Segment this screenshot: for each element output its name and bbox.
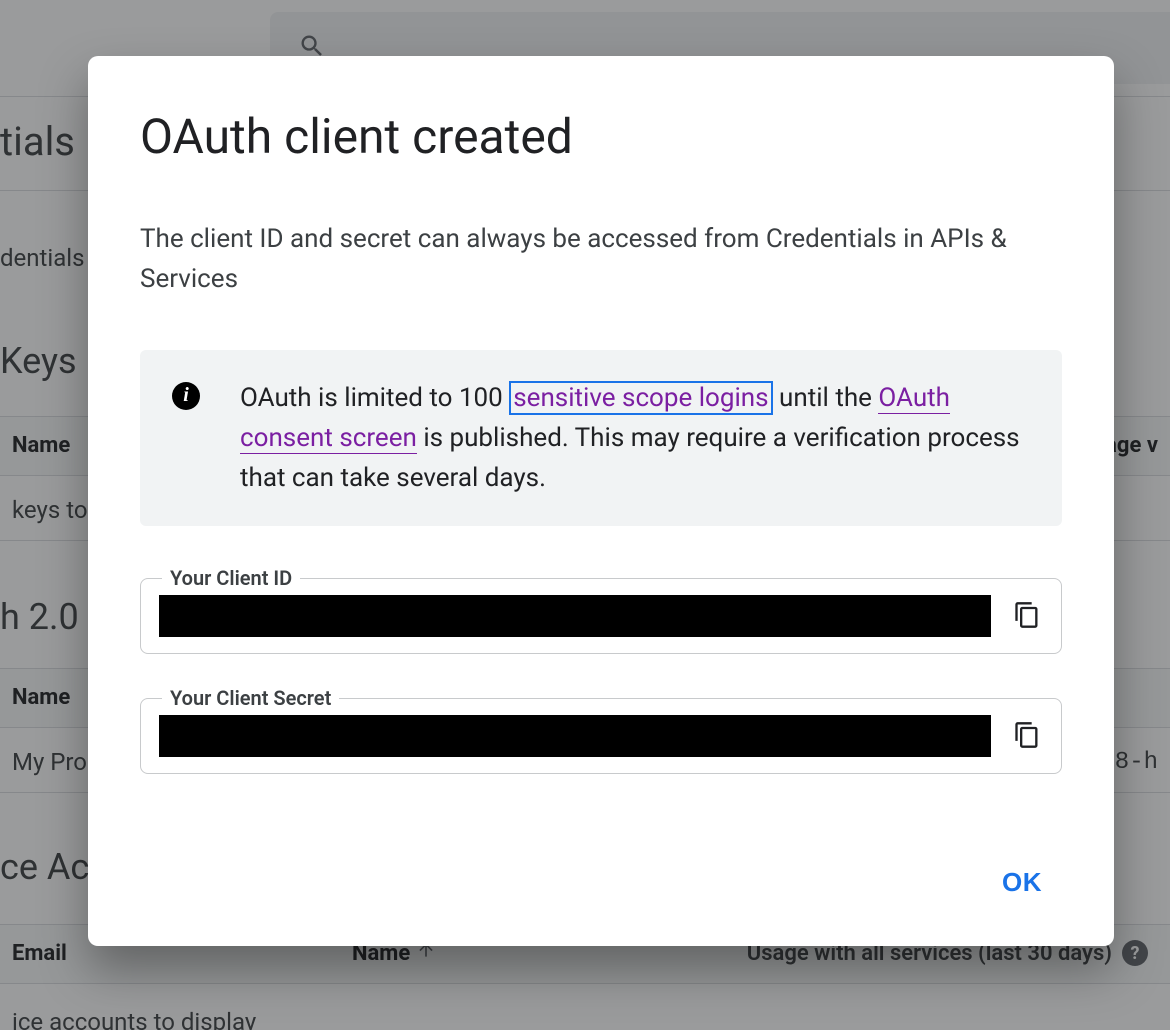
info-text: OAuth is limited to 100 sensitive scope … bbox=[240, 378, 1030, 499]
client-id-label: Your Client ID bbox=[162, 566, 300, 590]
copy-client-id-button[interactable] bbox=[1009, 598, 1045, 634]
client-id-field: Your Client ID bbox=[140, 578, 1062, 654]
copy-icon bbox=[1013, 601, 1041, 632]
ok-button[interactable]: OK bbox=[982, 855, 1062, 910]
client-secret-value-redacted[interactable] bbox=[159, 715, 991, 757]
dialog-title: OAuth client created bbox=[140, 108, 1062, 165]
oauth-client-created-dialog: OAuth client created The client ID and s… bbox=[88, 56, 1114, 946]
client-secret-field: Your Client Secret bbox=[140, 698, 1062, 774]
client-id-value-redacted[interactable] bbox=[159, 595, 991, 637]
copy-icon bbox=[1013, 721, 1041, 752]
info-callout: i OAuth is limited to 100 sensitive scop… bbox=[140, 350, 1062, 527]
client-secret-label: Your Client Secret bbox=[162, 686, 339, 710]
dialog-subtitle: The client ID and secret can always be a… bbox=[140, 219, 1020, 300]
dialog-actions: OK bbox=[140, 831, 1062, 910]
info-text-mid: until the bbox=[779, 383, 872, 413]
info-icon: i bbox=[172, 378, 200, 499]
sensitive-scope-logins-link[interactable]: sensitive scope logins bbox=[509, 381, 772, 415]
info-text-pre: OAuth is limited to 100 bbox=[240, 383, 503, 413]
copy-client-secret-button[interactable] bbox=[1009, 718, 1045, 754]
